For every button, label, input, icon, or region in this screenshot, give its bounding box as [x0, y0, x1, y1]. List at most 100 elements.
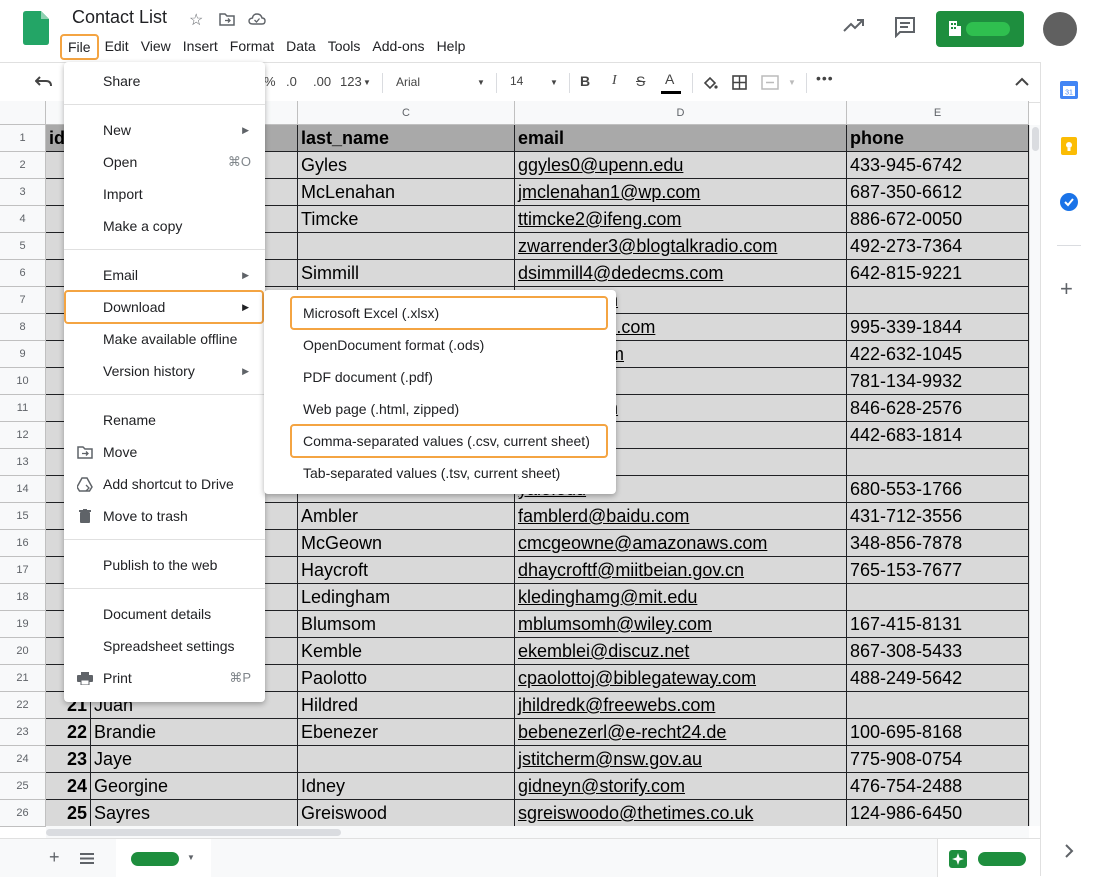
explore-button[interactable]	[937, 839, 1041, 877]
add-addon-icon[interactable]: +	[1060, 276, 1073, 302]
cell-email[interactable]: zwarrender3@blogtalkradio.com	[515, 233, 847, 260]
cell-email[interactable]: ekemblei@discuz.net	[515, 638, 847, 665]
tasks-icon[interactable]	[1060, 193, 1078, 211]
menu-item-import[interactable]: Import	[64, 179, 265, 209]
row-header[interactable]: 4	[0, 206, 46, 233]
move-folder-icon[interactable]	[219, 12, 235, 26]
menu-item-trash[interactable]: Move to trash	[64, 501, 265, 531]
scrollbar-thumb[interactable]	[46, 829, 341, 836]
cell-phone[interactable]: 431-712-3556	[847, 503, 1029, 530]
cell-email[interactable]: cmcgeowne@amazonaws.com	[515, 530, 847, 557]
cell-phone[interactable]: 680-553-1766	[847, 476, 1029, 503]
cell-phone[interactable]: 433-945-6742	[847, 152, 1029, 179]
menu-item-make-copy[interactable]: Make a copy	[64, 211, 265, 241]
menu-format[interactable]: Format	[224, 34, 280, 58]
row-header[interactable]: 7	[0, 287, 46, 314]
row-header[interactable]: 9	[0, 341, 46, 368]
text-color-button[interactable]: A	[665, 71, 674, 87]
column-header-e[interactable]: E	[847, 101, 1029, 125]
menu-addons[interactable]: Add-ons	[366, 34, 430, 58]
cell-phone[interactable]	[847, 449, 1029, 476]
menu-item-publish[interactable]: Publish to the web	[64, 550, 265, 580]
download-html[interactable]: Web page (.html, zipped)	[264, 394, 616, 424]
row-header[interactable]: 18	[0, 584, 46, 611]
row-header[interactable]: 6	[0, 260, 46, 287]
cell-phone[interactable]: 642-815-9221	[847, 260, 1029, 287]
increase-decimal-button[interactable]: .00	[313, 74, 331, 89]
cell-last[interactable]: Hildred	[298, 692, 515, 719]
row-header[interactable]: 19	[0, 611, 46, 638]
row-header[interactable]: 23	[0, 719, 46, 746]
more-options-icon[interactable]: •••	[816, 70, 834, 86]
comment-history-icon[interactable]	[894, 16, 916, 38]
cell-email[interactable]: bebenezerl@e-recht24.de	[515, 719, 847, 746]
download-ods[interactable]: OpenDocument format (.ods)	[264, 330, 616, 360]
cell-email[interactable]: kledinghamg@mit.edu	[515, 584, 847, 611]
menu-item-settings[interactable]: Spreadsheet settings	[64, 631, 265, 661]
cell-last[interactable]: Ledingham	[298, 584, 515, 611]
cell-id[interactable]: 22	[46, 719, 91, 746]
cell-email[interactable]: sgreiswoodo@thetimes.co.uk	[515, 800, 847, 827]
cell-phone[interactable]: 781-134-9932	[847, 368, 1029, 395]
bold-button[interactable]: B	[580, 73, 590, 89]
menu-item-add-shortcut[interactable]: Add shortcut to Drive	[64, 469, 265, 499]
cell-phone[interactable]: 492-273-7364	[847, 233, 1029, 260]
cell-last[interactable]: Haycroft	[298, 557, 515, 584]
italic-button[interactable]: I	[612, 73, 617, 89]
row-header[interactable]: 16	[0, 530, 46, 557]
cell-phone[interactable]: 995-339-1844	[847, 314, 1029, 341]
select-all-corner[interactable]	[0, 101, 46, 125]
menu-item-move[interactable]: Move	[64, 437, 265, 467]
row-header[interactable]: 3	[0, 179, 46, 206]
header-cell-last[interactable]: last_name	[298, 125, 515, 152]
cell-email[interactable]: mblumsomh@wiley.com	[515, 611, 847, 638]
expand-panel-icon[interactable]	[1064, 844, 1074, 858]
row-header[interactable]: 13	[0, 449, 46, 476]
cell-email[interactable]: dhaycroftf@miitbeian.gov.cn	[515, 557, 847, 584]
row-header[interactable]: 12	[0, 422, 46, 449]
cell-phone[interactable]: 442-683-1814	[847, 422, 1029, 449]
menu-data[interactable]: Data	[280, 34, 322, 58]
cell-phone[interactable]: 476-754-2488	[847, 773, 1029, 800]
cell-last[interactable]: Blumsom	[298, 611, 515, 638]
cell-phone[interactable]: 488-249-5642	[847, 665, 1029, 692]
header-cell-email[interactable]: email	[515, 125, 847, 152]
menu-item-email[interactable]: Email ▶	[64, 260, 265, 290]
header-cell-phone[interactable]: phone	[847, 125, 1029, 152]
decrease-decimal-button[interactable]: .0	[286, 74, 297, 89]
cell-last[interactable]: Idney	[298, 773, 515, 800]
collapse-toolbar-icon[interactable]	[1015, 77, 1029, 87]
row-header[interactable]: 14	[0, 476, 46, 503]
cell-phone[interactable]	[847, 584, 1029, 611]
cell-email[interactable]: ttimcke2@ifeng.com	[515, 206, 847, 233]
borders-icon[interactable]	[732, 75, 747, 90]
menu-edit[interactable]: Edit	[99, 34, 135, 58]
cell-email[interactable]: jmclenahan1@wp.com	[515, 179, 847, 206]
cell-last[interactable]: Kemble	[298, 638, 515, 665]
cell-phone[interactable]: 348-856-7878	[847, 530, 1029, 557]
cell-last[interactable]: McLenahan	[298, 179, 515, 206]
cell-phone[interactable]	[847, 287, 1029, 314]
cell-email[interactable]: famblerd@baidu.com	[515, 503, 847, 530]
add-sheet-icon[interactable]: +	[49, 847, 60, 868]
cell-phone[interactable]: 687-350-6612	[847, 179, 1029, 206]
row-header[interactable]: 26	[0, 800, 46, 827]
calendar-icon[interactable]: 31	[1060, 81, 1078, 99]
undo-icon[interactable]	[35, 75, 53, 89]
horizontal-scrollbar[interactable]	[46, 826, 1029, 838]
cell-last[interactable]: Ambler	[298, 503, 515, 530]
all-sheets-icon[interactable]	[80, 853, 94, 864]
cell-email[interactable]: cpaolottoj@biblegateway.com	[515, 665, 847, 692]
keep-icon[interactable]	[1061, 137, 1077, 155]
cell-last[interactable]: McGeown	[298, 530, 515, 557]
sheets-logo-icon[interactable]	[23, 11, 49, 45]
row-header[interactable]: 10	[0, 368, 46, 395]
cell-last[interactable]: Gyles	[298, 152, 515, 179]
cell-phone[interactable]: 422-632-1045	[847, 341, 1029, 368]
row-header[interactable]: 11	[0, 395, 46, 422]
strikethrough-button[interactable]: S	[636, 73, 645, 89]
menu-item-version-history[interactable]: Version history ▶	[64, 356, 265, 386]
row-header[interactable]: 21	[0, 665, 46, 692]
cell-last[interactable]: Ebenezer	[298, 719, 515, 746]
menu-item-offline[interactable]: Make available offline	[64, 324, 265, 354]
